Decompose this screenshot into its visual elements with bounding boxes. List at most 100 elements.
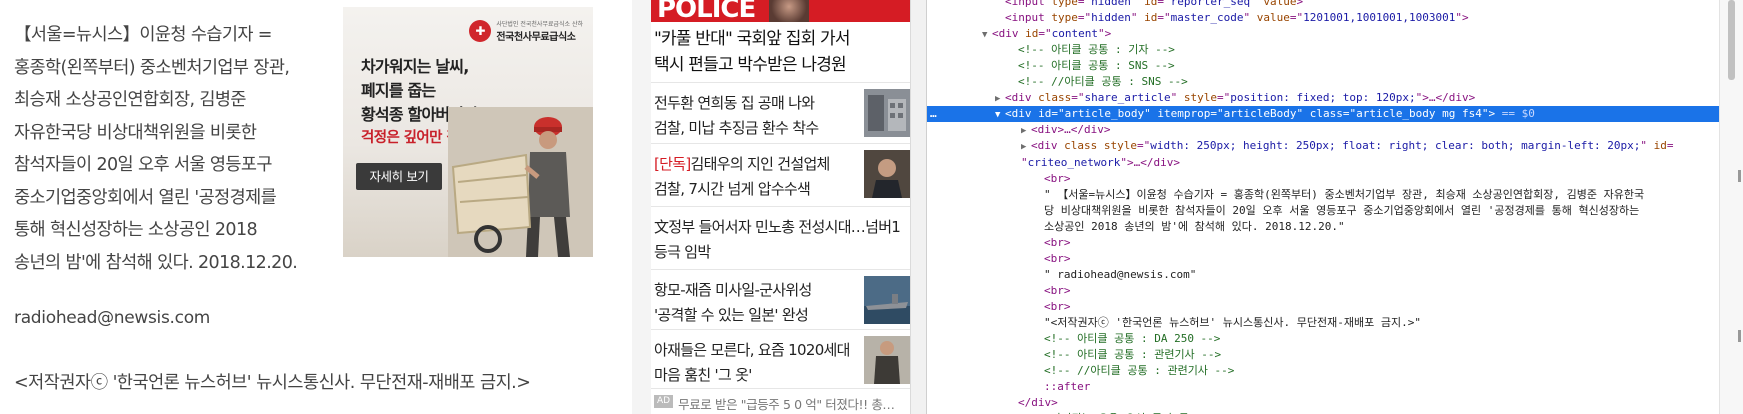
dom-node[interactable]: ▶ <div class style="width: 250px; height:… xyxy=(927,138,1719,171)
dom-token: " xyxy=(1130,0,1145,8)
dom-token: <div xyxy=(1005,107,1039,120)
dom-token: <!-- 아티클 공통 : 관련기사 --> xyxy=(1044,348,1222,361)
dom-token: <div xyxy=(992,27,1026,40)
copyright-notice: <저작권자ⓒ '한국언론 뉴스허브' 뉴시스통신사. 무단전재-재배포 금지.> xyxy=(14,373,531,393)
dom-node[interactable]: " radiohead@newsis.com" xyxy=(927,267,1719,283)
ad-cta-button[interactable]: 자세히 보기 xyxy=(356,163,442,190)
dom-token: content xyxy=(1051,27,1098,40)
dom-token xyxy=(1097,139,1104,152)
dom-token: style xyxy=(1183,91,1217,104)
dom-token: =" xyxy=(1210,107,1224,120)
dom-node[interactable]: <br> xyxy=(927,171,1719,187)
dom-node[interactable]: ::after xyxy=(927,379,1719,395)
news-list-item[interactable]: 항모-재즘 미사일-군사위성 '공격할 수 있는 일본' 완성 xyxy=(651,269,910,329)
dom-node[interactable]: "<저작권자ⓒ '한국언론 뉴스허브' 뉴시스통신사. 무단전재-재배포 금지.… xyxy=(927,315,1719,331)
dom-token: hidden xyxy=(1091,0,1131,8)
dom-token: " xyxy=(1130,11,1145,24)
ad-logo-subtitle: 사단법인 전국천사무료급식소 산하 xyxy=(496,21,583,28)
dom-token: " xyxy=(1243,11,1257,24)
dom-token: <!-- 아티클 공통 : DA 250 --> xyxy=(1044,332,1221,345)
dom-token: <!-- 아티클 공통 : 기자 --> xyxy=(1018,43,1175,56)
news-thumb-aircraft-carrier xyxy=(864,276,910,324)
scrollbar-marker xyxy=(1738,170,1741,182)
dom-token: value xyxy=(1256,11,1290,24)
dom-node[interactable]: <!-- //아티클 공통 : 관련기사 --> xyxy=(927,363,1719,379)
dom-node[interactable]: <!-- 아티클 공통 : DA 250 --> xyxy=(927,331,1719,347)
dom-node[interactable]: <br> xyxy=(927,251,1719,267)
ad-elderly-man-with-cart-image xyxy=(448,107,593,257)
dom-token: position: fixed; top: 120px; xyxy=(1230,91,1416,104)
sponsored-ad-link[interactable]: AD 무료로 받은 "급등주 5 0 억" 터졌다!! 총… xyxy=(651,388,910,414)
ad-logo: ✚ 사단법인 전국천사무료급식소 산하 전국천사무료급식소 xyxy=(469,19,583,43)
news-list-item[interactable]: 전두환 연희동 집 공매 나와 검찰, 미납 추징금 환수 착수 xyxy=(651,82,910,143)
dom-token: style xyxy=(1103,139,1137,152)
news-item-tag: [단독] xyxy=(654,155,691,173)
dom-token: ">…</div> xyxy=(1120,156,1180,169)
scrollbar-marker xyxy=(1738,330,1741,342)
dom-token: <!-- //아티클 공통 : SNS --> xyxy=(1018,75,1188,88)
dom-token: =" xyxy=(1342,107,1357,120)
dom-token: " xyxy=(1170,91,1184,104)
expand-arrow-icon[interactable]: ▶ xyxy=(1021,139,1031,155)
news-thumb-person xyxy=(864,150,910,198)
dom-token: " radiohead@newsis.com" xyxy=(1044,268,1197,281)
dom-token: =" xyxy=(1157,0,1171,8)
article-pane: 【서울=뉴시스】이윤청 수습기자 = 홍종학(왼쪽부터) 중소벤처기업부 장관,… xyxy=(0,0,632,414)
devtools-resize-handle[interactable] xyxy=(910,0,927,414)
dom-node[interactable]: ▶ <div>…</div> xyxy=(927,122,1719,138)
dom-token: type xyxy=(1051,0,1078,8)
node-actions-icon[interactable]: … xyxy=(930,106,937,122)
dom-node[interactable]: <input type="hidden" id="master_code" va… xyxy=(927,10,1719,26)
collapse-arrow-icon[interactable]: ▼ xyxy=(995,107,1005,123)
dom-node[interactable]: <br> xyxy=(927,235,1719,251)
dom-token: " xyxy=(1250,0,1264,8)
expand-arrow-icon[interactable]: ▶ xyxy=(995,91,1005,107)
dom-token: type xyxy=(1051,11,1078,24)
dom-token: value xyxy=(1263,0,1297,8)
ad-banner[interactable]: ✚ 사단법인 전국천사무료급식소 산하 전국천사무료급식소 차가워지는 날씨, … xyxy=(343,7,593,257)
dom-node[interactable]: <!-- //아티클 공통 : SNS --> xyxy=(927,74,1719,90)
news-list-item[interactable]: 文정부 들어서자 민노총 전성시대…넘버1 등극 임박 xyxy=(651,206,910,269)
dom-token: <br> xyxy=(1044,284,1071,297)
dom-token: criteo_network xyxy=(1027,156,1121,169)
news-list-item[interactable]: 아재들은 모른다, 요즘 1020세대 마음 훔친 '그 옷' xyxy=(651,329,910,388)
news-item-title: 전두환 연희동 집 공매 나와 검찰, 미납 추징금 환수 착수 xyxy=(654,94,819,137)
dom-node[interactable]: ▶ <div class="share_article" style="posit… xyxy=(927,90,1719,106)
top-headline-link[interactable]: "카풀 반대" 국회앞 집회 가서 택시 편들고 박수받은 나경원 xyxy=(654,26,904,78)
dom-token: <br> xyxy=(1044,252,1071,265)
dom-tree: <input type="hidden" id="reporter_seq" v… xyxy=(927,0,1719,414)
dom-token: =" xyxy=(1216,91,1231,104)
collapse-arrow-icon[interactable]: ▼ xyxy=(982,27,992,43)
top-photo-strip[interactable]: POLICE xyxy=(651,0,910,22)
dom-token: "> xyxy=(1455,11,1469,24)
news-list-item[interactable]: [단독]김태우의 지인 건설업체 검찰, 7시간 넘게 압수수색 xyxy=(651,143,910,206)
dom-token: id xyxy=(1144,0,1158,8)
dom-token: =" xyxy=(1051,107,1065,120)
dom-token: width: 250px; height: 250px; float: righ… xyxy=(1150,139,1641,152)
dom-node-selected[interactable]: … ▼ <div id="article_body" itemprop="artic… xyxy=(927,106,1719,122)
dom-node[interactable]: " 【서울=뉴시스】이윤청 수습기자 = 홍종학(왼쪽부터) 중소벤처기업부 장… xyxy=(927,187,1719,235)
devtools-scrollbar[interactable] xyxy=(1719,0,1743,414)
dom-node[interactable]: <!-- 아티클 공통 : SNS --> xyxy=(927,58,1719,74)
news-item-title: 항모-재즘 미사일-군사위성 '공격할 수 있는 일본' 완성 xyxy=(654,281,812,324)
dom-node[interactable]: <!-- 아티클 공통 : 관련기사 --> xyxy=(927,347,1719,363)
dom-token: class xyxy=(1309,107,1343,120)
dom-token: =" xyxy=(1077,0,1092,8)
dom-token: "> xyxy=(1481,107,1496,120)
dom-node[interactable]: <input type="hidden" id="reporter_seq" v… xyxy=(927,0,1719,10)
ad-link-text: 무료로 받은 "급등주 5 0 억" 터졌다!! 총… xyxy=(678,397,895,412)
dom-node[interactable]: ▼ <div id="content"> xyxy=(927,26,1719,42)
dom-token: <br> xyxy=(1044,172,1071,185)
dom-token: <br> xyxy=(1044,236,1071,249)
dom-node[interactable]: </div> xyxy=(927,395,1719,411)
scrollbar-thumb[interactable] xyxy=(1728,0,1735,80)
dom-token: " xyxy=(1640,139,1654,152)
dom-node[interactable]: <!-- 아티클 공통 : 기자 --> xyxy=(927,42,1719,58)
dom-node[interactable]: <br> xyxy=(927,299,1719,315)
expand-arrow-icon[interactable]: ▶ xyxy=(1021,123,1031,139)
dom-node[interactable]: <br> xyxy=(927,283,1719,299)
dom-token: " 【서울=뉴시스】이윤청 수습기자 = 홍종학(왼쪽부터) 중소벤처기업부 장… xyxy=(1044,188,1645,233)
dom-token: =" xyxy=(1077,11,1092,24)
dom-token: <input xyxy=(1005,0,1052,8)
devtools-elements-panel: <input type="hidden" id="reporter_seq" v… xyxy=(927,0,1743,414)
